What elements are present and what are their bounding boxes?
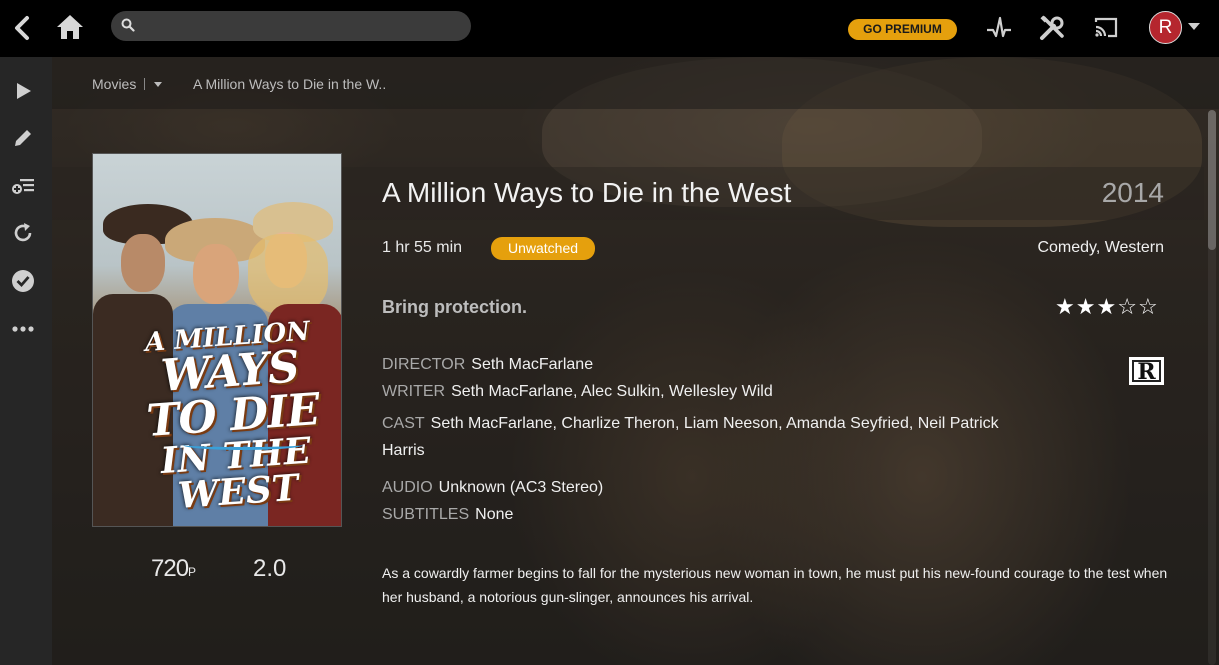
play-button[interactable] — [9, 77, 37, 105]
breadcrumb-movies-link[interactable]: Movies — [92, 76, 136, 92]
movie-year: 2014 — [1101, 177, 1164, 208]
content-rating-badge: R — [1129, 357, 1164, 385]
star-rating[interactable]: ★★★☆☆ — [1055, 294, 1159, 320]
refresh-icon — [14, 223, 32, 242]
movie-poster[interactable]: A MILLION WAYS TO DIE IN THE WEST — [92, 153, 342, 527]
summary: As a cowardly farmer begins to fall for … — [382, 565, 1168, 605]
poster-title: A MILLION WAYS TO DIE IN THE WEST — [143, 316, 321, 517]
cast-button[interactable] — [1092, 14, 1120, 42]
cast-label: CAST — [382, 415, 425, 432]
subtitles-row: SUBTITLES None — [382, 506, 513, 524]
tagline: Bring protection. — [382, 297, 527, 317]
audio-channels-flag: 2.0 — [253, 555, 287, 582]
activity-button[interactable] — [985, 14, 1013, 42]
scrollbar-thumb[interactable] — [1208, 110, 1216, 250]
breadcrumb-divider — [144, 78, 145, 90]
director-value[interactable]: Seth MacFarlane — [471, 356, 593, 373]
star-filled-icon[interactable]: ★ — [1096, 294, 1117, 319]
audio-row: AUDIO Unknown (AC3 Stereo) — [382, 479, 603, 497]
more-icon — [12, 326, 34, 332]
add-to-playlist-icon — [12, 179, 34, 194]
home-button[interactable] — [56, 12, 84, 42]
subtitles-value: None — [475, 506, 514, 523]
refresh-button[interactable] — [9, 219, 37, 247]
cast-icon — [1094, 17, 1118, 38]
chevron-down-icon[interactable] — [1188, 23, 1200, 30]
poster-face — [193, 244, 239, 304]
poster-hair — [248, 234, 328, 314]
mark-watched-icon — [12, 270, 34, 292]
subtitles-label: SUBTITLES — [382, 506, 470, 523]
cast-value[interactable]: Seth MacFarlane, Charlize Theron, Liam N… — [382, 415, 999, 459]
add-to-playlist-button[interactable] — [9, 172, 37, 200]
edit-icon — [15, 130, 31, 146]
go-premium-button[interactable]: GO PREMIUM — [848, 19, 957, 40]
scrollbar[interactable] — [1208, 110, 1216, 665]
tools-icon — [1040, 15, 1064, 40]
genres: Comedy, Western — [1037, 239, 1164, 256]
search-input[interactable] — [143, 15, 463, 37]
play-icon — [17, 83, 31, 99]
poster-face — [121, 234, 165, 292]
activity-icon — [987, 16, 1011, 38]
watch-status-badge: Unwatched — [491, 237, 595, 260]
star-empty-icon[interactable]: ☆ — [1117, 294, 1138, 319]
duration: 1 hr 55 min — [382, 239, 463, 256]
director-row: DIRECTOR Seth MacFarlane — [382, 356, 593, 374]
action-sidebar — [0, 57, 52, 665]
director-label: DIRECTOR — [382, 356, 466, 373]
star-filled-icon[interactable]: ★ — [1055, 294, 1076, 319]
resolution-flag: 720P — [151, 555, 197, 582]
edit-button[interactable] — [9, 124, 37, 152]
search-bar[interactable] — [111, 11, 471, 41]
poster-swoosh — [183, 440, 303, 450]
star-empty-icon[interactable]: ☆ — [1138, 294, 1159, 319]
mark-watched-button[interactable] — [9, 267, 37, 295]
back-icon — [15, 16, 29, 40]
back-button[interactable] — [12, 14, 34, 42]
audio-value: Unknown (AC3 Stereo) — [438, 479, 604, 496]
settings-button[interactable] — [1038, 14, 1066, 42]
user-avatar[interactable]: R — [1149, 11, 1182, 44]
star-filled-icon[interactable]: ★ — [1076, 294, 1097, 319]
cast-row: CAST Seth MacFarlane, Charlize Theron, Li… — [382, 410, 1042, 464]
movie-title: A Million Ways to Die in the West — [382, 177, 792, 208]
top-bar: GO PREMIUM R — [0, 0, 1219, 57]
search-icon — [121, 18, 135, 32]
writer-row: WRITER Seth MacFarlane, Alec Sulkin, Well… — [382, 383, 773, 401]
chevron-down-icon[interactable] — [154, 82, 162, 87]
audio-label: AUDIO — [382, 479, 433, 496]
more-button[interactable] — [9, 315, 37, 343]
home-icon — [57, 15, 83, 39]
writer-value[interactable]: Seth MacFarlane, Alec Sulkin, Wellesley … — [451, 383, 773, 400]
writer-label: WRITER — [382, 383, 446, 400]
breadcrumb-current: A Million Ways to Die in the W.. — [193, 76, 387, 92]
